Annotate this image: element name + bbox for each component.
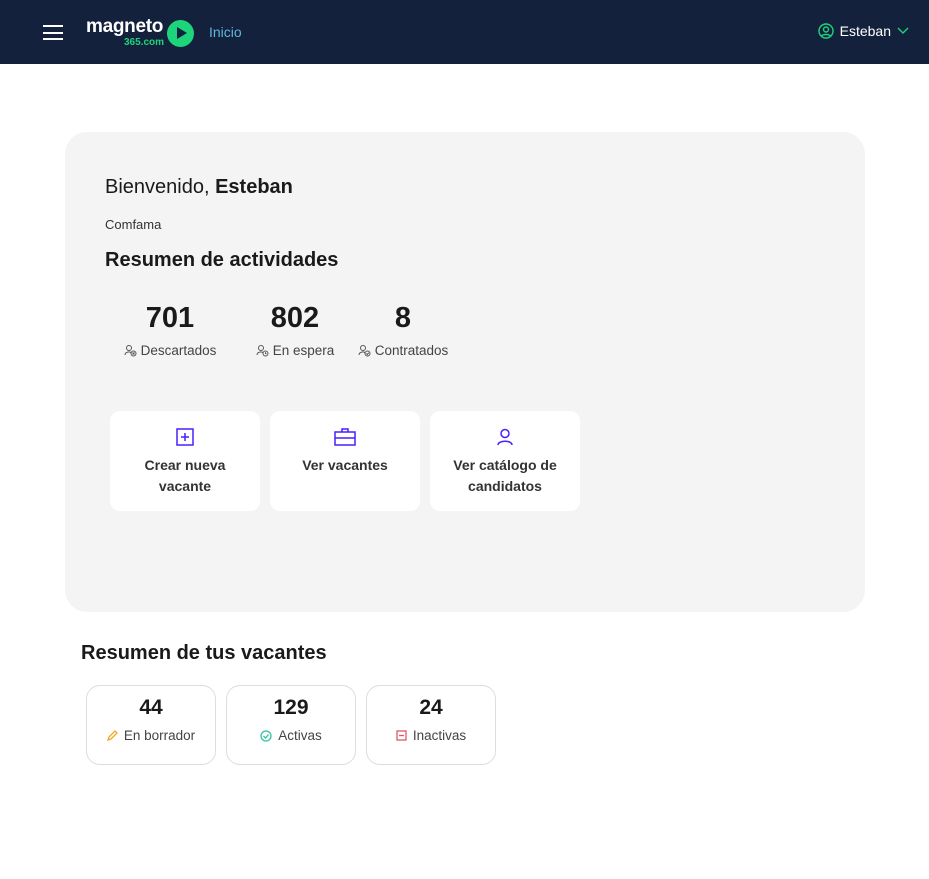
hamburger-menu-icon[interactable] (43, 25, 63, 40)
activities-title: Resumen de actividades (105, 249, 339, 271)
vacancy-count: 24 (419, 696, 443, 719)
user-icon (497, 428, 513, 446)
stat-value: 802 (270, 302, 320, 334)
top-navbar: magneto 365.com Inicio Esteban (0, 0, 929, 64)
logo-text: magneto (86, 16, 164, 37)
user-check-icon (358, 345, 371, 357)
nav-link-inicio[interactable]: Inicio (209, 24, 242, 40)
stat-en-espera: 802 En espera (245, 302, 345, 358)
user-x-icon (124, 345, 137, 357)
vacancies-title: Resumen de tus vacantes (81, 642, 327, 664)
vacancy-label: En borrador (123, 728, 196, 743)
company-name: Comfama (105, 217, 162, 232)
play-icon (167, 20, 194, 47)
view-vacancies-button[interactable]: Ver vacantes (270, 411, 420, 511)
welcome-heading: Bienvenido, Esteban (105, 176, 293, 199)
action-label: Ver catálogo de candidatos (453, 457, 557, 494)
vacancy-count: 44 (139, 696, 163, 719)
stat-contratados: 8 Contratados (353, 302, 453, 358)
welcome-name: Esteban (215, 176, 293, 198)
view-candidates-catalog-button[interactable]: Ver catálogo de candidatos (430, 411, 580, 511)
user-menu[interactable]: Esteban (817, 23, 909, 39)
vacancy-count: 129 (273, 696, 309, 719)
vacancy-draft-card[interactable]: 44 En borrador (86, 685, 216, 765)
vacancy-active-card[interactable]: 129 Activas (226, 685, 356, 765)
user-circle-icon (817, 23, 834, 39)
vacancy-label: Inactivas (412, 728, 467, 743)
chevron-down-icon (897, 27, 909, 34)
logo-sub: 365.com (124, 37, 165, 48)
plus-square-icon (176, 428, 194, 446)
stat-label: Contratados (374, 343, 449, 358)
briefcase-icon (334, 428, 356, 446)
stat-label: Descartados (140, 343, 217, 358)
check-circle-icon (260, 729, 272, 742)
vacancy-inactive-card[interactable]: 24 Inactivas (366, 685, 496, 765)
user-clock-icon (256, 345, 269, 357)
stat-label: En espera (272, 343, 335, 358)
vacancy-label: Activas (278, 728, 322, 743)
greeting: Bienvenido, (105, 176, 210, 198)
minus-square-icon (396, 730, 407, 741)
stat-value: 701 (145, 302, 195, 334)
user-name: Esteban (839, 23, 891, 39)
summary-card: Bienvenido, Esteban Comfama Resumen de a… (65, 132, 865, 612)
stat-descartados: 701 Descartados (120, 302, 220, 358)
create-vacancy-button[interactable]: Crear nueva vacante (110, 411, 260, 511)
magneto-logo[interactable]: magneto 365.com (86, 16, 196, 50)
action-label: Crear nueva vacante (144, 457, 226, 494)
stat-value: 8 (394, 302, 412, 334)
pencil-icon (106, 730, 118, 741)
action-label: Ver vacantes (302, 457, 388, 473)
